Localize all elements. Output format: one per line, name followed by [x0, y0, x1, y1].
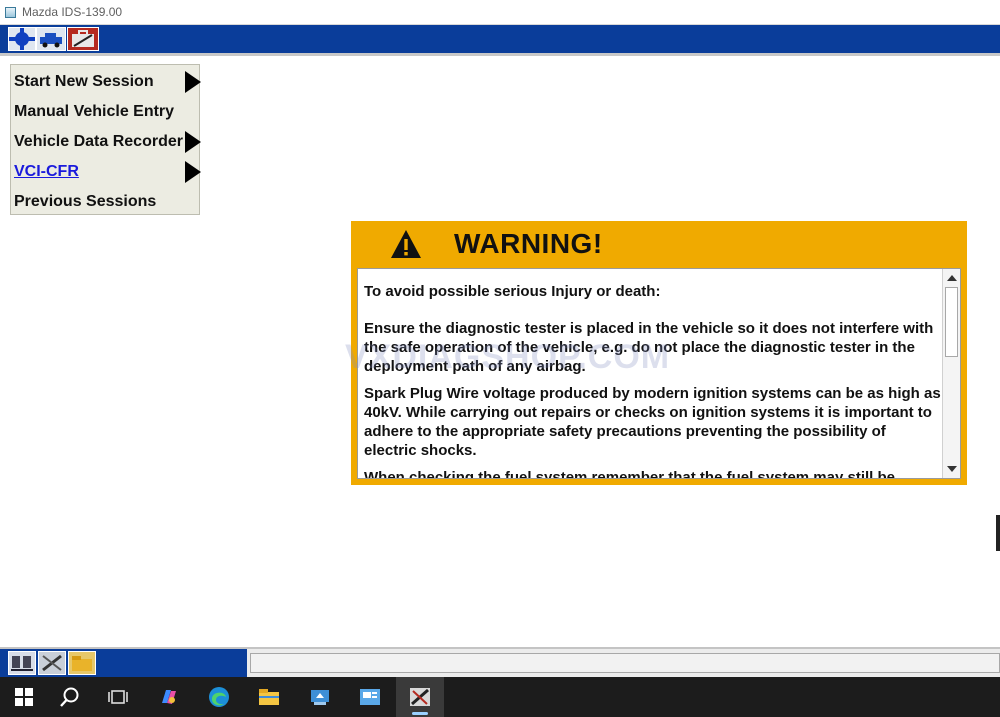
copilot-icon[interactable]	[145, 677, 193, 717]
warning-message-box: To avoid possible serious Injury or deat…	[357, 268, 961, 479]
edge-browser-icon[interactable]	[195, 677, 243, 717]
warning-scrollbar[interactable]	[942, 269, 960, 478]
status-field	[250, 653, 1000, 673]
windows-taskbar	[0, 677, 1000, 717]
app-icon	[5, 6, 16, 18]
windows-start-icon[interactable]	[0, 677, 48, 717]
folder-icon[interactable]	[68, 651, 96, 675]
warning-paragraph: When checking the fuel system remember t…	[364, 469, 895, 479]
network-icon[interactable]	[8, 651, 36, 675]
menu-item-vehicle-data-recorder[interactable]: Vehicle Data Recorder	[11, 127, 201, 157]
warning-dialog: WARNING! To avoid possible serious Injur…	[351, 221, 967, 485]
window-titlebar: Mazda IDS-139.00	[0, 0, 1000, 25]
submenu-arrow-icon	[185, 131, 201, 153]
tools-icon[interactable]	[38, 651, 66, 675]
menu-item-previous-sessions[interactable]: Previous Sessions	[11, 187, 201, 217]
right-edge-marker	[996, 515, 1000, 551]
ids-app-icon[interactable]	[396, 677, 444, 717]
warning-title: WARNING!	[454, 228, 603, 259]
menu-item-manual-vehicle-entry[interactable]: Manual Vehicle Entry	[11, 97, 201, 127]
connect-icon[interactable]	[8, 27, 36, 51]
scroll-down-icon[interactable]	[947, 466, 957, 472]
scroll-thumb[interactable]	[945, 287, 958, 357]
warning-paragraph: Ensure the diagnostic tester is placed i…	[364, 320, 934, 375]
installer-icon[interactable]	[296, 677, 344, 717]
menu-item-label: Previous Sessions	[14, 193, 157, 210]
menu-item-vci-cfr[interactable]: VCI-CFR	[11, 157, 201, 187]
menu-item-label: Start New Session	[14, 73, 154, 90]
warning-triangle-icon	[391, 230, 421, 258]
search-icon[interactable]	[46, 677, 94, 717]
scroll-up-icon[interactable]	[947, 275, 957, 281]
window-title: Mazda IDS-139.00	[22, 5, 123, 19]
menu-item-label: Vehicle Data Recorder	[14, 133, 183, 150]
warning-paragraph: Spark Plug Wire voltage produced by mode…	[364, 385, 941, 459]
warning-paragraph: To avoid possible serious Injury or deat…	[364, 283, 661, 300]
menu-item-label: Manual Vehicle Entry	[14, 103, 175, 120]
file-explorer-icon[interactable]	[245, 677, 293, 717]
warning-text: To avoid possible serious Injury or deat…	[364, 282, 942, 479]
bottom-bar	[0, 647, 1000, 677]
menu-item-label[interactable]: VCI-CFR	[14, 163, 79, 181]
session-menu: Start New Session Manual Vehicle Entry V…	[10, 64, 201, 217]
submenu-arrow-icon	[185, 161, 201, 183]
submenu-arrow-icon	[185, 71, 201, 93]
bottom-toolbar	[0, 649, 247, 677]
vehicle-icon[interactable]	[36, 27, 66, 51]
top-toolbar	[0, 25, 1000, 56]
task-view-icon[interactable]	[94, 677, 142, 717]
menu-item-start-new-session[interactable]: Start New Session	[11, 67, 201, 97]
toolbox-icon[interactable]	[67, 27, 99, 51]
remote-desktop-icon[interactable]	[346, 677, 394, 717]
